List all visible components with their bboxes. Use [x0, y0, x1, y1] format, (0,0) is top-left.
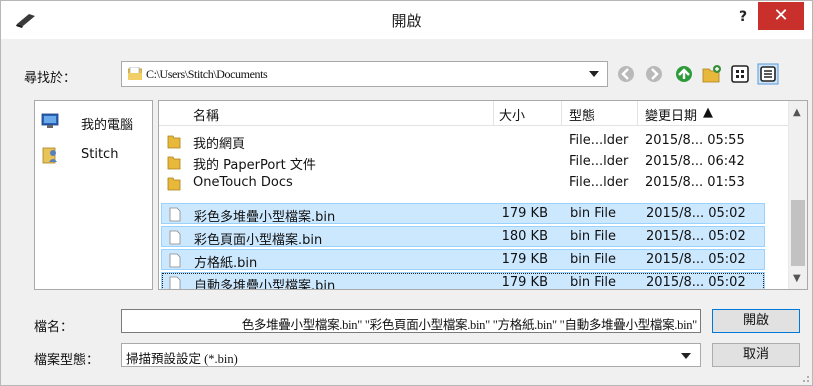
look-in-label: 尋找於： — [24, 71, 77, 86]
filetype-combobox[interactable]: 掃描預設設定 (*.bin) — [121, 343, 701, 367]
column-divider[interactable] — [493, 101, 494, 125]
open-file-dialog: 開啟 ? ✕ 尋找於： C:\Users\Stitch\Documents 我的… — [0, 0, 813, 386]
file-row[interactable]: 彩色頁面小型檔案.bin 180 KB bin File 2015/8... 0… — [161, 226, 765, 248]
file-list[interactable]: 名稱 大小 型態 變更日期 ▲ 我的網頁 File...lder 2015/8.… — [158, 100, 808, 290]
folder-icon — [167, 156, 181, 170]
scroll-up-icon[interactable]: ▲ — [793, 107, 801, 118]
filename-input[interactable]: 色多堆疊小型檔案.bin" "彩色頁面小型檔案.bin" "方格紙.bin" "… — [121, 309, 701, 333]
file-icon — [169, 276, 181, 289]
look-in-combobox[interactable]: C:\Users\Stitch\Documents — [121, 61, 608, 87]
place-label: Stitch — [81, 147, 119, 162]
file-row[interactable]: 我的網頁 File...lder 2015/8... 05:55 — [161, 131, 765, 152]
folder-icon — [128, 67, 142, 80]
filetype-label: 檔案型態： — [34, 353, 100, 368]
up-folder-icon[interactable] — [673, 63, 695, 85]
vertical-scrollbar[interactable]: ▲ ▼ — [788, 101, 807, 289]
file-row[interactable]: OneTouch Docs File...lder 2015/8... 01:5… — [161, 173, 765, 194]
chevron-down-icon[interactable] — [681, 353, 691, 359]
open-button[interactable]: 開啟 — [712, 309, 800, 333]
column-header: 名稱 大小 型態 變更日期 ▲ — [159, 101, 789, 126]
help-button[interactable]: ? — [733, 5, 753, 29]
places-bar: 我的電腦 Stitch — [34, 100, 153, 290]
file-icon — [169, 253, 181, 268]
file-row[interactable]: 我的 PaperPort 文件 File...lder 2015/8... 06… — [161, 152, 765, 173]
column-type[interactable]: 型態 — [569, 105, 595, 124]
filename-label: 檔名： — [34, 320, 74, 335]
column-name[interactable]: 名稱 — [193, 105, 219, 124]
column-divider[interactable] — [637, 101, 638, 125]
look-in-path: C:\Users\Stitch\Documents — [146, 67, 268, 81]
cancel-button[interactable]: 取消 — [712, 343, 800, 367]
filetype-value: 掃描預設設定 (*.bin) — [126, 352, 238, 366]
computer-icon — [41, 113, 59, 128]
forward-icon[interactable] — [643, 63, 665, 85]
resize-grip-icon[interactable] — [800, 373, 810, 383]
file-row[interactable]: 方格紙.bin 179 KB bin File 2015/8... 05:02 — [161, 249, 765, 271]
user-folder-icon — [42, 147, 57, 164]
new-folder-icon[interactable] — [701, 63, 723, 85]
close-button[interactable]: ✕ — [758, 2, 804, 30]
scrollbar-thumb[interactable] — [791, 200, 805, 266]
filename-value: 色多堆疊小型檔案.bin" "彩色頁面小型檔案.bin" "方格紙.bin" "… — [241, 318, 698, 332]
file-icon — [169, 230, 181, 245]
chevron-down-icon[interactable] — [589, 71, 599, 77]
file-icon — [169, 207, 181, 222]
column-divider[interactable] — [561, 101, 562, 125]
column-date[interactable]: 變更日期 — [645, 105, 697, 124]
place-label: 我的電腦 — [81, 118, 134, 133]
dialog-title: 開啟 — [391, 12, 422, 30]
back-icon[interactable] — [615, 63, 637, 85]
folder-icon — [167, 135, 181, 149]
view-menu-icon[interactable] — [729, 63, 751, 85]
sort-ascending-icon: ▲ — [703, 105, 713, 120]
file-row[interactable]: 彩色多堆疊小型檔案.bin 179 KB bin File 2015/8... … — [161, 203, 765, 225]
folder-icon — [167, 177, 181, 191]
title-bar: 開啟 ? ✕ — [1, 1, 812, 39]
scroll-down-icon[interactable]: ▼ — [793, 273, 801, 284]
column-size[interactable]: 大小 — [499, 105, 525, 124]
details-view-icon[interactable] — [757, 63, 779, 85]
file-row[interactable]: 自動多堆疊小型檔案.bin 179 KB bin File 2015/8... … — [161, 272, 765, 289]
